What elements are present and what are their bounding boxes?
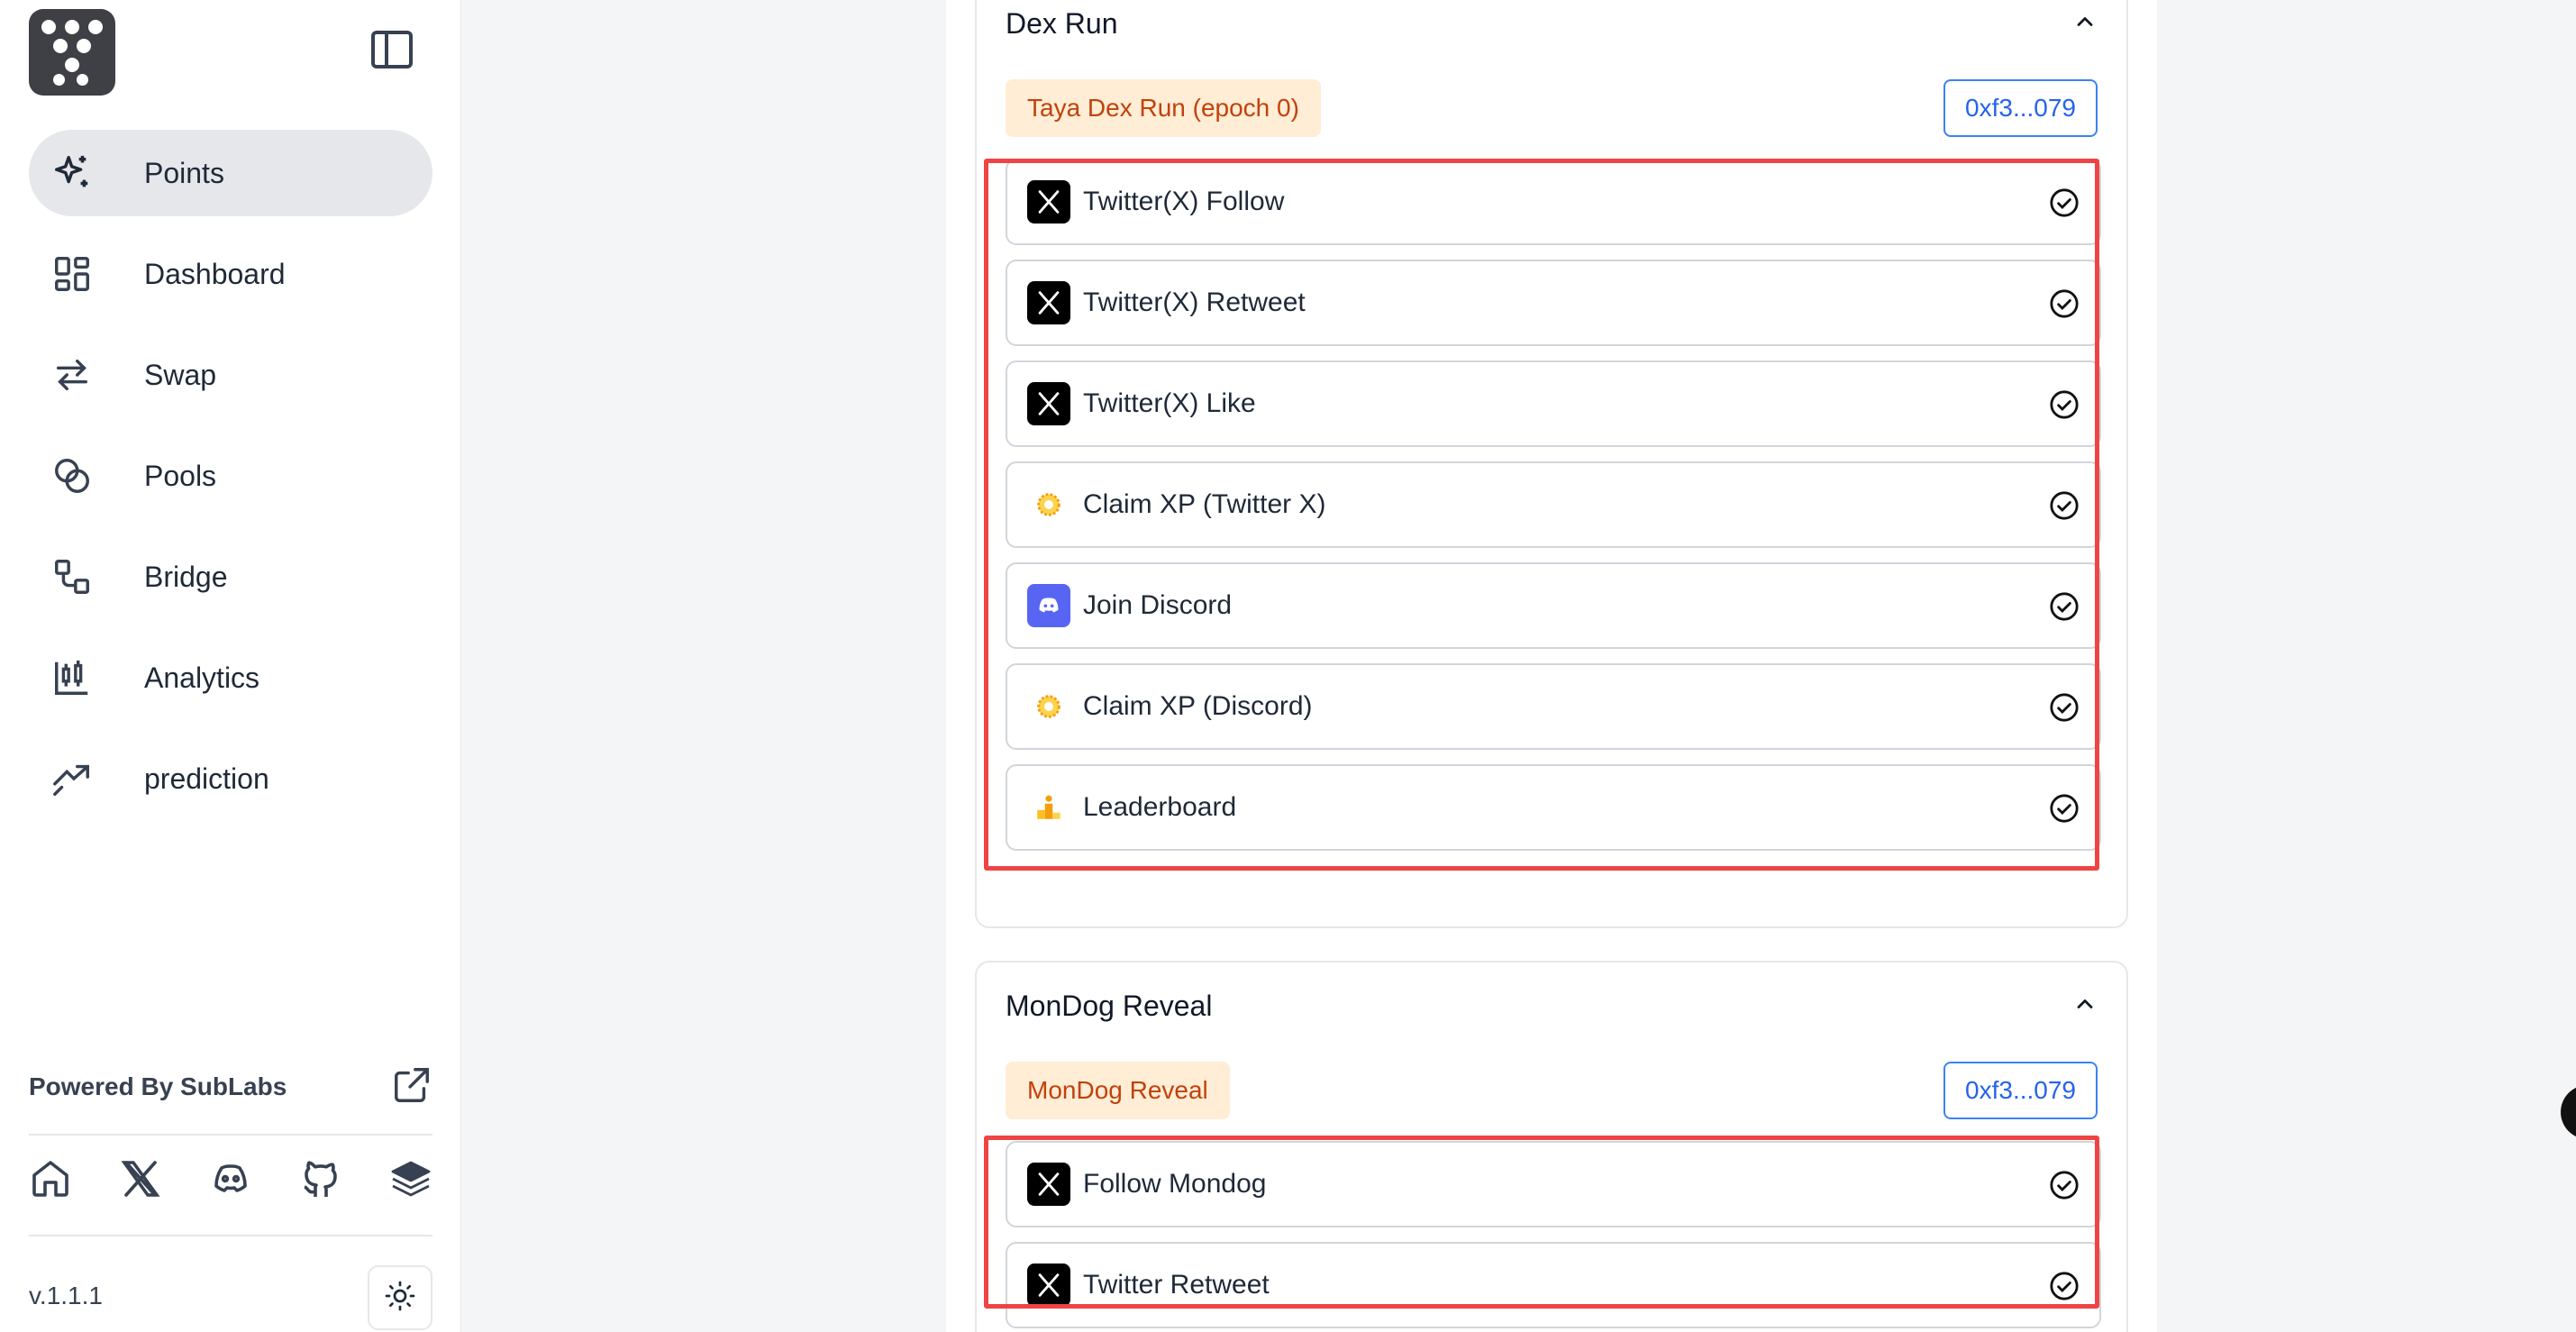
nav-item-pools[interactable]: Pools (29, 433, 432, 519)
nav-label: prediction (144, 762, 269, 795)
nav-item-prediction[interactable]: prediction (29, 735, 432, 822)
divider (29, 1235, 432, 1236)
podium-icon (1027, 786, 1070, 829)
wallet-address-button[interactable]: 0xf3...079 (1943, 79, 2098, 137)
powered-by-text: Powered By SubLabs (29, 1072, 287, 1100)
trending-up-icon (49, 755, 96, 802)
discord-icon (1027, 584, 1070, 627)
task-claim-xp-discord[interactable]: Claim XP (Discord) (1006, 663, 2101, 750)
x-icon (1027, 180, 1070, 224)
x-icon[interactable] (119, 1157, 162, 1205)
task-label: Join Discord (1083, 590, 1233, 620)
task-join-discord[interactable]: Join Discord (1006, 562, 2101, 649)
chevron-up-icon[interactable] (2072, 9, 2098, 39)
card-header[interactable]: Dex Run (1006, 7, 2098, 41)
check-circle-icon (2050, 1171, 2079, 1200)
nav-label: Dashboard (144, 257, 286, 290)
main-nav: Points Dashboard Swap Pools Bridge Analy… (29, 130, 432, 836)
layers-icon[interactable] (389, 1157, 432, 1205)
task-label: Twitter Retweet (1083, 1270, 1270, 1300)
app-version: v.1.1.1 (29, 1282, 103, 1309)
task-claim-xp-twitter[interactable]: Claim XP (Twitter X) (1006, 461, 2101, 548)
nav-item-swap[interactable]: Swap (29, 332, 432, 418)
check-circle-icon (2050, 491, 2079, 520)
x-icon (1027, 281, 1070, 324)
nav-item-analytics[interactable]: Analytics (29, 634, 432, 721)
task-twitter-like[interactable]: Twitter(X) Like (1006, 360, 2101, 447)
floating-action-button[interactable] (2561, 1085, 2576, 1139)
task-label: Follow Mondog (1083, 1169, 1267, 1199)
social-links (29, 1157, 432, 1205)
powered-by: Powered By SubLabs (29, 1065, 432, 1108)
nav-item-dashboard[interactable]: Dashboard (29, 231, 432, 317)
candlestick-icon (49, 654, 96, 701)
x-icon (1027, 382, 1070, 425)
bridge-icon (49, 553, 96, 600)
theme-toggle-button[interactable] (368, 1265, 432, 1330)
dashboard-icon (49, 251, 96, 297)
card-title: MonDog Reveal (1006, 990, 1213, 1022)
card-title: Dex Run (1006, 7, 1118, 40)
github-icon[interactable] (299, 1157, 342, 1205)
swap-arrows-icon (49, 351, 96, 398)
nav-label: Pools (144, 459, 217, 492)
discord-icon[interactable] (209, 1157, 252, 1205)
chevron-up-icon[interactable] (2072, 991, 2098, 1021)
task-label: Twitter(X) Retweet (1083, 287, 1306, 317)
xp-coin-icon (1027, 685, 1070, 728)
wallet-address-button[interactable]: 0xf3...079 (1943, 1062, 2098, 1119)
check-circle-icon (2050, 188, 2079, 217)
card-header[interactable]: MonDog Reveal (1006, 990, 2098, 1023)
task-twitter-retweet[interactable]: Twitter(X) Retweet (1006, 260, 2101, 346)
xp-coin-icon (1027, 483, 1070, 526)
home-icon[interactable] (29, 1157, 72, 1205)
nav-item-points[interactable]: Points (29, 130, 432, 216)
check-circle-icon (2050, 592, 2079, 621)
external-link-icon[interactable] (391, 1064, 432, 1110)
app-logo[interactable] (29, 9, 115, 96)
task-twitter-retweet[interactable]: Twitter Retweet (1006, 1242, 2101, 1328)
campaign-tag: Taya Dex Run (epoch 0) (1006, 79, 1321, 137)
check-circle-icon (2050, 289, 2079, 318)
sidebar: Points Dashboard Swap Pools Bridge Analy… (0, 0, 461, 1332)
sidebar-collapse-icon[interactable] (371, 31, 413, 68)
check-circle-icon (2050, 1272, 2079, 1300)
check-circle-icon (2050, 390, 2079, 419)
task-follow-mondog[interactable]: Follow Mondog (1006, 1141, 2101, 1227)
campaign-tag: MonDog Reveal (1006, 1062, 1230, 1119)
check-circle-icon (2050, 693, 2079, 722)
task-twitter-follow[interactable]: Twitter(X) Follow (1006, 159, 2101, 245)
nav-label: Bridge (144, 560, 228, 593)
x-icon (1027, 1264, 1070, 1307)
x-icon (1027, 1163, 1070, 1206)
sparkles-icon (49, 150, 96, 196)
divider (29, 1134, 432, 1136)
task-label: Twitter(X) Follow (1083, 187, 1285, 216)
nav-item-bridge[interactable]: Bridge (29, 534, 432, 620)
task-label: Leaderboard (1083, 792, 1237, 822)
campaign-card-dex-run: Dex Run Taya Dex Run (epoch 0) 0xf3...07… (975, 0, 2128, 928)
nav-label: Analytics (144, 661, 260, 694)
task-label: Claim XP (Discord) (1083, 691, 1313, 721)
nav-label: Swap (144, 358, 217, 391)
campaign-card-mondog-reveal: MonDog Reveal MonDog Reveal 0xf3...079 F… (975, 961, 2128, 1332)
points-content: Dex Run Taya Dex Run (epoch 0) 0xf3...07… (946, 0, 2157, 1332)
task-leaderboard[interactable]: Leaderboard (1006, 764, 2101, 851)
sun-icon (384, 1280, 416, 1317)
task-label: Twitter(X) Like (1083, 388, 1256, 418)
nav-label: Points (144, 156, 224, 189)
pools-circles-icon (49, 452, 96, 499)
check-circle-icon (2050, 794, 2079, 823)
task-label: Claim XP (Twitter X) (1083, 489, 1326, 519)
